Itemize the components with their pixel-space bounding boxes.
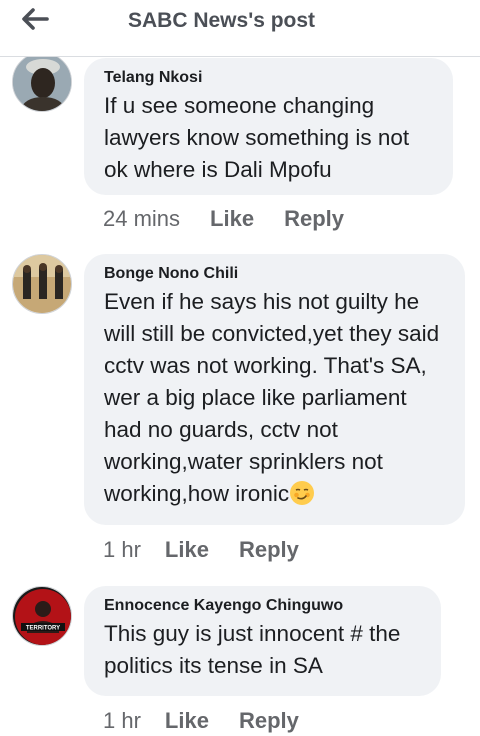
avatar-logo-text: TERRITORY <box>26 626 60 632</box>
reply-button[interactable]: Reply <box>239 708 299 734</box>
comment-text: Even if he says his not guilty he will s… <box>104 286 445 510</box>
comment-text-body: Even if he says his not guilty he will s… <box>104 289 440 506</box>
smirk-emoji-icon <box>290 481 315 505</box>
back-button[interactable] <box>18 4 52 34</box>
comment-timestamp: 24 mins <box>103 206 181 231</box>
reply-button[interactable]: Reply <box>239 537 299 563</box>
like-button[interactable]: Like <box>165 537 209 563</box>
comment-author[interactable]: Bonge Nono Chili <box>104 264 445 284</box>
comment-bubble[interactable]: Ennocence Kayengo Chinguwo This guy is j… <box>84 586 441 696</box>
comment-timestamp: 1 hr <box>103 708 141 733</box>
comment-text: This guy is just innocent # the politics… <box>104 621 401 678</box>
avatar[interactable] <box>12 254 72 314</box>
comment-bubble[interactable]: Bonge Nono Chili Even if he says his not… <box>84 254 465 525</box>
reply-button[interactable]: Reply <box>284 206 344 232</box>
avatar[interactable] <box>12 52 72 112</box>
arrow-left-icon <box>22 8 49 30</box>
comment-timestamp: 1 hr <box>103 537 141 562</box>
comment-bubble[interactable]: Telang Nkosi If u see someone changing l… <box>84 58 453 195</box>
avatar[interactable]: TERRITORY <box>12 586 72 646</box>
page-title: SABC News's post <box>128 9 316 32</box>
comment-author[interactable]: Telang Nkosi <box>104 68 433 88</box>
like-button[interactable]: Like <box>210 206 254 232</box>
top-bar: SABC News's post <box>0 0 480 57</box>
like-button[interactable]: Like <box>165 708 209 734</box>
comment-text: If u see someone changing lawyers know s… <box>104 93 410 182</box>
comment-author[interactable]: Ennocence Kayengo Chinguwo <box>104 596 421 616</box>
